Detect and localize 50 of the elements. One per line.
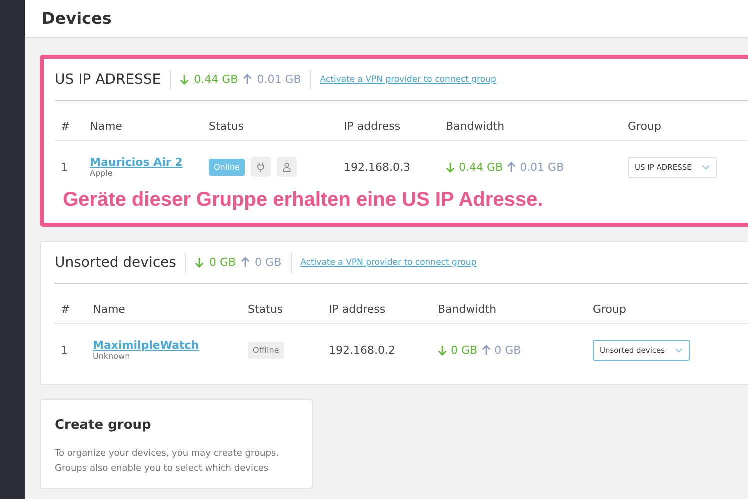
- device-vendor: Unknown: [93, 352, 130, 361]
- download-amount: 0 GB: [209, 256, 236, 269]
- device-vendor: Apple: [90, 169, 113, 178]
- column-header: Name: [89, 120, 124, 133]
- vpn-link[interactable]: Activate a VPN provider to connect group: [320, 74, 496, 84]
- column-header: IP address: [328, 303, 387, 316]
- ip-address: 192.168.0.2: [328, 344, 396, 356]
- column-header: #: [60, 120, 72, 133]
- group-title: US IP ADRESSE: [55, 72, 162, 88]
- download-arrow-icon: [438, 344, 447, 356]
- upload-amount: 0 GB: [255, 256, 282, 269]
- row-number: 1: [60, 160, 69, 174]
- upload-arrow-icon: [241, 257, 250, 268]
- status-badge: Online: [209, 158, 245, 176]
- upload-arrow-icon: [482, 344, 491, 356]
- chevron-icon: [675, 348, 684, 352]
- vpn-link[interactable]: Activate a VPN provider to connect group: [300, 258, 477, 268]
- device-name-link[interactable]: MaximilpleWatch: [93, 339, 200, 352]
- upload-arrow-icon: [507, 162, 516, 172]
- status-badge: Offline: [248, 342, 284, 358]
- card-description: To organize your devices, you may create groups. Groups also enable you to select which devices: [55, 448, 280, 476]
- upload-amount: 0 GB: [494, 344, 522, 356]
- download-arrow-icon: [446, 162, 455, 172]
- device-name-link[interactable]: Mauricios Air 2: [90, 156, 183, 169]
- page-title: Devices: [42, 9, 112, 28]
- column-header: Bandwidth: [445, 120, 506, 133]
- card-title: Create group: [55, 418, 152, 433]
- download-arrow-icon: [195, 257, 204, 268]
- column-header: Status: [208, 120, 246, 133]
- column-header: #: [60, 303, 72, 316]
- plug-icon[interactable]: [250, 157, 271, 177]
- person-icon[interactable]: [276, 157, 297, 177]
- annotation-text: Geräte dieser Gruppe erhalten eine US IP Adresse.: [63, 189, 544, 212]
- column-header: IP address: [343, 120, 402, 133]
- ip-address: 192.168.0.3: [343, 160, 412, 174]
- group-title: Unsorted devices: [55, 254, 176, 270]
- download-arrow-icon: [180, 74, 190, 85]
- upload-amount: 0.01 GB: [520, 160, 564, 174]
- column-header: Bandwidth: [437, 303, 498, 316]
- upload-amount: 0.01 GB: [257, 73, 302, 86]
- column-header: Status: [247, 303, 284, 316]
- row-number: 1: [60, 344, 69, 356]
- column-header: Group: [627, 120, 662, 133]
- column-header: Name: [92, 303, 126, 316]
- chevron-icon: [702, 164, 710, 170]
- download-amount: 0 GB: [451, 344, 478, 356]
- download-amount: 0.44 GB: [194, 73, 238, 86]
- download-amount: 0.44 GB: [459, 160, 504, 174]
- column-header: Group: [592, 303, 628, 316]
- upload-arrow-icon: [243, 74, 252, 85]
